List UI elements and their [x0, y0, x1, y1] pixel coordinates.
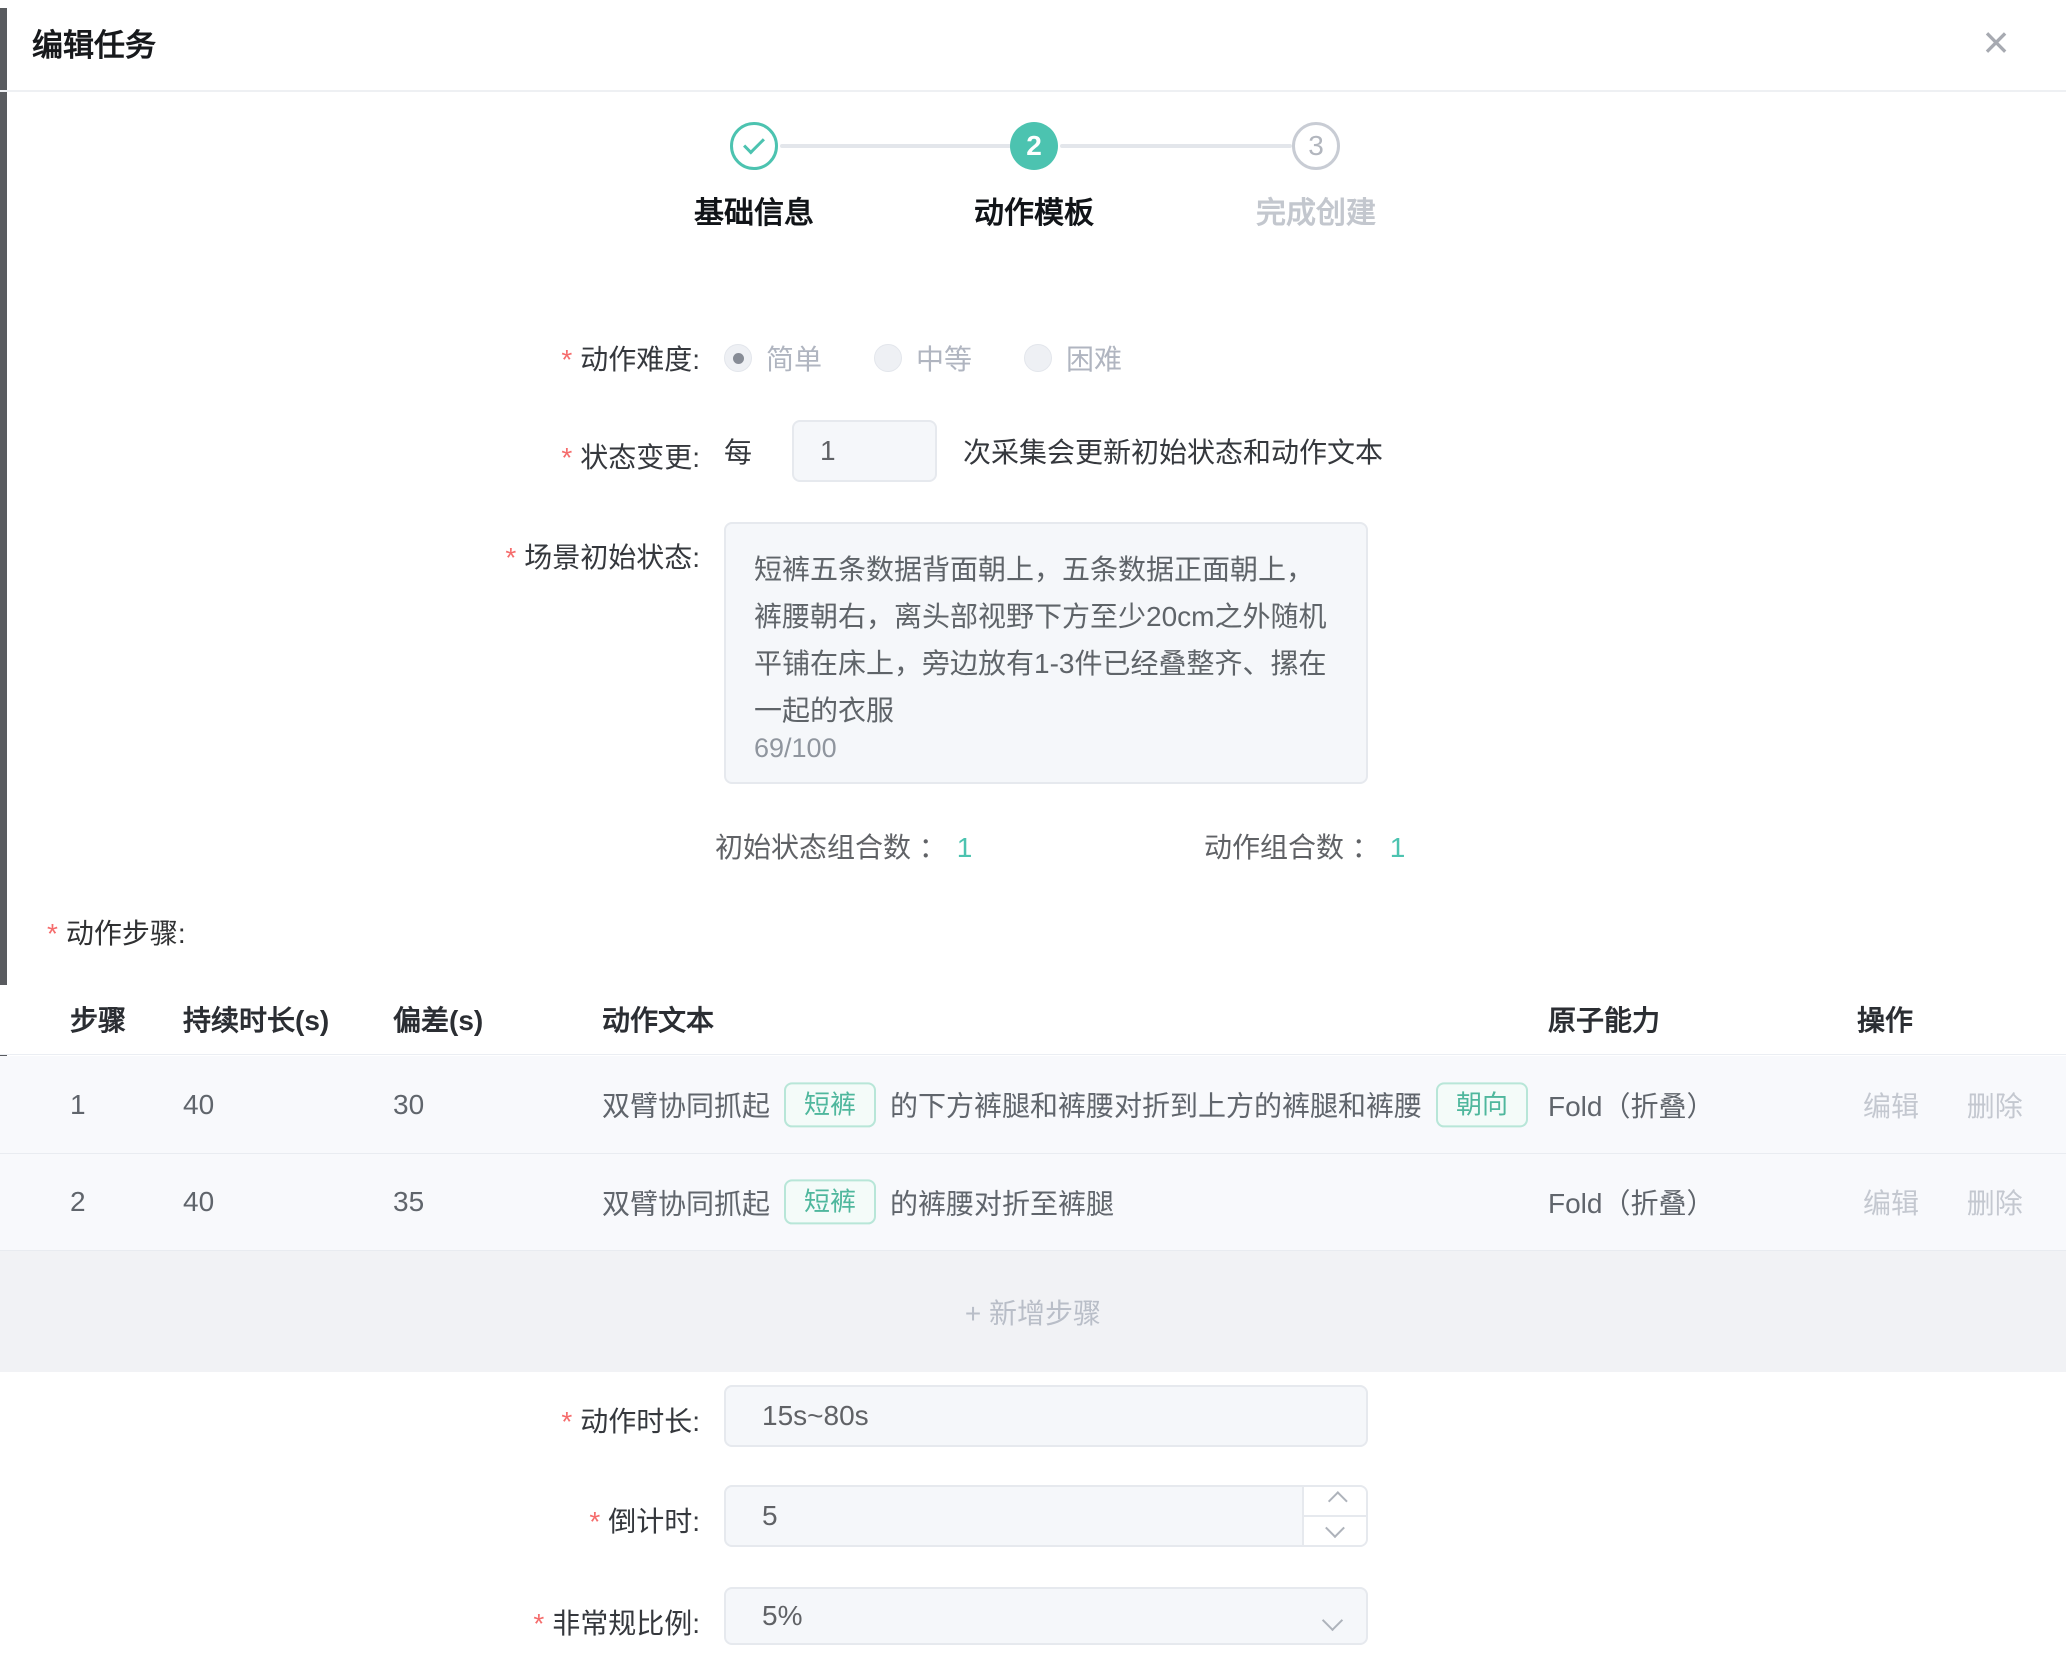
state-change-label: *状态变更:: [240, 436, 700, 476]
initial-state-text: 短裤五条数据背面朝上，五条数据正面朝上，裤腰朝右，离头部视野下方至少20cm之外…: [754, 546, 1338, 734]
radio-icon: [724, 344, 752, 372]
header-divider: [0, 90, 2066, 92]
step-2-circle: 2: [1010, 122, 1058, 170]
dialog-title: 编辑任务: [32, 20, 156, 65]
cell-deviation: 35: [393, 1186, 424, 1218]
step-2-label: 动作模板: [914, 188, 1154, 232]
step-3-number: 3: [1308, 130, 1324, 162]
object-tag: 短裤: [784, 1179, 876, 1224]
step-3-circle: 3: [1292, 122, 1340, 170]
cell-duration: 40: [183, 1089, 214, 1121]
countdown-label: *倒计时:: [240, 1500, 700, 1540]
cell-step: 2: [70, 1186, 86, 1218]
initial-state-label: *场景初始状态:: [240, 536, 700, 576]
check-icon: [743, 132, 765, 154]
edit-task-dialog: 编辑任务 × 2 3 基础信息 动作模板 完成创建 *动作难度: 简单 中等 困…: [0, 0, 2066, 1660]
cell-operations: 编辑 删除: [1863, 1085, 2023, 1125]
action-text: 双臂协同抓起: [602, 1085, 770, 1125]
radio-icon: [874, 344, 902, 372]
radio-icon: [1024, 344, 1052, 372]
chevron-up-icon: [1328, 1491, 1348, 1511]
radio-label: 中等: [916, 338, 972, 378]
cell-step: 1: [70, 1089, 86, 1121]
table-row: 1 40 30 双臂协同抓起 短裤 的下方裤腿和裤腰对折到上方的裤腿和裤腰 朝向…: [0, 1056, 2066, 1153]
unusual-ratio-label: *非常规比例:: [240, 1602, 700, 1642]
unusual-ratio-select[interactable]: 5%: [724, 1587, 1368, 1645]
edit-button[interactable]: 编辑: [1863, 1091, 1919, 1122]
duration-value: 15s~80s: [762, 1400, 869, 1432]
required-marker: *: [505, 542, 516, 573]
action-combo-count: 动作组合数 ： 1: [1204, 826, 1405, 866]
duration-input[interactable]: 15s~80s: [724, 1385, 1368, 1447]
col-header-deviation: 偏差(s): [393, 999, 483, 1039]
state-change-suffix: 次采集会更新初始状态和动作文本: [963, 431, 1383, 471]
required-marker: *: [561, 344, 572, 375]
step-1-label: 基础信息: [634, 188, 874, 232]
required-marker: *: [47, 918, 58, 949]
col-header-step: 步骤: [70, 999, 126, 1039]
spinner-up-button[interactable]: [1304, 1487, 1366, 1517]
initial-combo-label: 初始状态组合数 ：: [715, 832, 947, 863]
step-connector-1: [780, 144, 1012, 148]
state-change-prefix: 每: [724, 431, 752, 471]
duration-label: *动作时长:: [240, 1400, 700, 1440]
state-change-row: 每 1 次采集会更新初始状态和动作文本: [724, 420, 1383, 482]
step-connector-2: [1060, 144, 1292, 148]
initial-combo-value: 1: [957, 832, 973, 863]
close-icon[interactable]: ×: [1968, 14, 2024, 70]
chevron-down-icon: [1325, 1518, 1345, 1538]
object-tag: 短裤: [784, 1082, 876, 1127]
cell-duration: 40: [183, 1186, 214, 1218]
radio-option-hard[interactable]: 困难: [1024, 338, 1122, 378]
step-1-circle: [730, 122, 778, 170]
delete-button[interactable]: 删除: [1967, 1091, 2023, 1122]
col-header-ability: 原子能力: [1548, 999, 1660, 1039]
steps-table-header: 步骤 持续时长(s) 偏差(s) 动作文本 原子能力 操作: [0, 985, 2066, 1055]
radio-option-simple[interactable]: 简单: [724, 338, 822, 378]
initial-combo-count: 初始状态组合数 ： 1: [715, 826, 972, 866]
cell-ability: Fold（折叠）: [1548, 1182, 1714, 1222]
step-3-label: 完成创建: [1196, 188, 1436, 232]
edit-button[interactable]: 编辑: [1863, 1188, 1919, 1219]
spinner-down-button[interactable]: [1304, 1517, 1366, 1545]
state-change-input[interactable]: 1: [792, 420, 937, 482]
steps-table-body: 1 40 30 双臂协同抓起 短裤 的下方裤腿和裤腰对折到上方的裤腿和裤腰 朝向…: [0, 1056, 2066, 1250]
action-text: 的裤腰对折至裤腿: [890, 1182, 1114, 1222]
action-text: 的下方裤腿和裤腰对折到上方的裤腿和裤腰: [890, 1085, 1422, 1125]
radio-label: 简单: [766, 338, 822, 378]
add-step-row: + 新增步骤: [0, 1250, 2066, 1372]
step-2-number: 2: [1026, 130, 1042, 162]
cell-action: 双臂协同抓起 短裤 的下方裤腿和裤腰对折到上方的裤腿和裤腰 朝向: [602, 1082, 1528, 1127]
radio-label: 困难: [1066, 338, 1122, 378]
required-marker: *: [589, 1506, 600, 1537]
col-header-duration: 持续时长(s): [183, 999, 329, 1039]
action-text: 双臂协同抓起: [602, 1182, 770, 1222]
chevron-down-icon: [1322, 1610, 1343, 1631]
cell-ability: Fold（折叠）: [1548, 1085, 1714, 1125]
orientation-tag: 朝向: [1436, 1082, 1528, 1127]
col-header-action: 动作文本: [602, 999, 714, 1039]
initial-state-textarea[interactable]: 短裤五条数据背面朝上，五条数据正面朝上，裤腰朝右，离头部视野下方至少20cm之外…: [724, 522, 1368, 784]
col-header-operation: 操作: [1857, 999, 1913, 1039]
add-step-button[interactable]: + 新增步骤: [965, 1292, 1101, 1332]
delete-button[interactable]: 删除: [1967, 1188, 2023, 1219]
unusual-ratio-value: 5%: [762, 1600, 802, 1632]
difficulty-radio-group: 简单 中等 困难: [724, 338, 1122, 378]
required-marker: *: [533, 1608, 544, 1639]
action-combo-value: 1: [1390, 832, 1406, 863]
action-steps-label: *动作步骤:: [47, 912, 186, 952]
cell-operations: 编辑 删除: [1863, 1182, 2023, 1222]
required-marker: *: [561, 442, 572, 473]
radio-option-medium[interactable]: 中等: [874, 338, 972, 378]
number-spinner: [1302, 1487, 1366, 1545]
countdown-value: 5: [762, 1500, 778, 1532]
required-marker: *: [561, 1406, 572, 1437]
cell-action: 双臂协同抓起 短裤 的裤腰对折至裤腿: [602, 1179, 1114, 1224]
difficulty-label: *动作难度:: [240, 338, 700, 378]
countdown-input[interactable]: 5: [724, 1485, 1368, 1547]
table-row: 2 40 35 双臂协同抓起 短裤 的裤腰对折至裤腿 Fold（折叠） 编辑 删…: [0, 1153, 2066, 1250]
action-combo-label: 动作组合数 ：: [1204, 832, 1380, 863]
char-counter: 69/100: [754, 733, 837, 764]
cell-deviation: 30: [393, 1089, 424, 1121]
